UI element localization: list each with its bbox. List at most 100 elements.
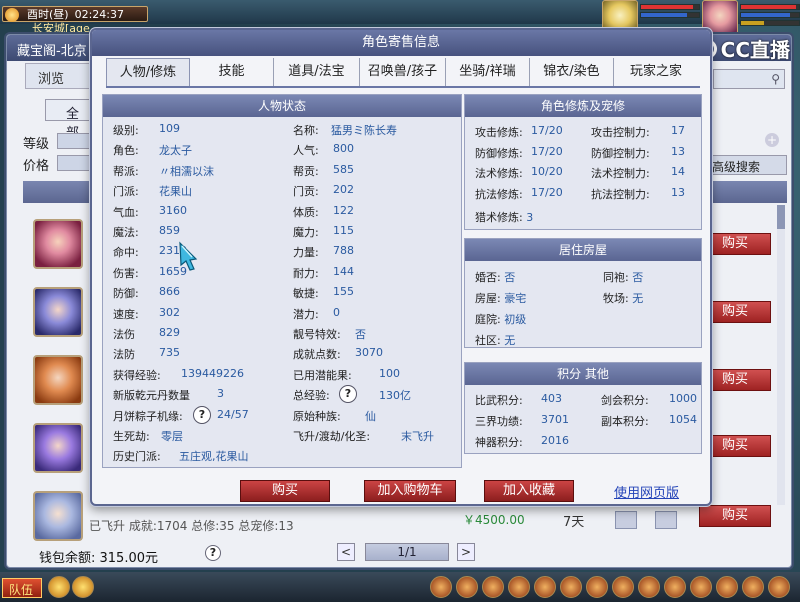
status-left-row-value: 3160 [159, 203, 187, 217]
cultivation-label: 抗法修炼: [475, 187, 523, 201]
search-icon[interactable]: ⚲ [771, 72, 780, 86]
status-right-row-label: 体质: [293, 205, 319, 219]
cultivation-label: 防御修炼: [475, 146, 523, 160]
character-avatar[interactable] [33, 219, 83, 269]
help-icon[interactable]: ? [339, 385, 357, 404]
item-icon[interactable] [612, 576, 634, 598]
next-page-button[interactable]: > [457, 543, 475, 561]
row-summary: 已飞升 成就:1704 总修:35 总宠修:13 [89, 519, 294, 533]
exp-row-label: 获得经验: [113, 368, 161, 382]
cultivation-panel: 角色修炼及宠修 攻击修炼: 17/20 攻击控制力: 17 防御修炼: 17/20 防御控制… [464, 94, 702, 230]
status-left-row-value: 109 [159, 122, 180, 135]
status-left-row-value: 302 [159, 305, 180, 319]
status-left-row-label: 法伤 [113, 328, 135, 341]
character-avatar[interactable] [33, 287, 83, 337]
tab-browse[interactable]: 浏览 [25, 63, 95, 89]
points-label: 剑会积分: [601, 394, 649, 407]
prev-page-button[interactable]: < [337, 543, 355, 561]
item-icon[interactable] [716, 576, 738, 598]
add-to-favorites-button[interactable]: 加入收藏 [484, 480, 574, 502]
tab-outfits[interactable]: 锦衣/染色 [530, 58, 614, 86]
status-right-row-label: 力量: [293, 246, 319, 260]
price-label: 价格 [23, 159, 50, 174]
item-icon[interactable] [586, 576, 608, 598]
exp-row: 获得经验: 139449226 [113, 367, 244, 383]
cultivation-label: 法术修炼: [475, 167, 523, 180]
item-icon[interactable] [508, 576, 530, 598]
item-icon[interactable] [430, 576, 452, 598]
help-icon[interactable]: ? [193, 405, 211, 424]
cultivation-value: 13 [671, 144, 685, 158]
character-avatar[interactable] [33, 423, 83, 473]
advanced-search-button[interactable]: 高级搜索 [707, 155, 787, 175]
cultivation-value: 10/20 [531, 165, 563, 178]
hunt-value: 3 [526, 211, 534, 224]
status-right-row: 魔力: 115 [293, 224, 354, 240]
bookmark-icon[interactable] [615, 511, 637, 529]
tab-mounts[interactable]: 坐骑/祥瑞 [446, 58, 530, 86]
item-icon[interactable] [690, 576, 712, 598]
tab-character[interactable]: 人物/修炼 [106, 58, 190, 86]
house-row: 房屋: 豪宅 [475, 290, 526, 306]
tab-pets[interactable]: 召唤兽/孩子 [360, 58, 446, 86]
status-left-row: 角色: 龙太子 [113, 142, 192, 158]
search-input[interactable]: ⚲ [713, 69, 785, 89]
fly-row-value: 末飞升 [401, 430, 434, 443]
help-icon[interactable]: ? [205, 545, 221, 561]
points-label: 副本积分: [601, 415, 649, 428]
clock-time: 02:24:37 [74, 7, 124, 21]
tab-items[interactable]: 道具/法宝 [274, 58, 360, 86]
status-right-row-value: 155 [333, 285, 354, 299]
status-right-row-label: 人气: [293, 144, 319, 158]
item-icon[interactable] [638, 576, 660, 598]
plus-icon[interactable]: + [765, 133, 779, 147]
status-left-row: 级别: 109 [113, 122, 180, 138]
hunt-cultivation: 猎术修炼: 3 [475, 209, 533, 225]
cultivation-value: 17/20 [531, 185, 563, 199]
status-left-row-label: 角色: [113, 144, 139, 158]
history-row-label: 历史门派: [113, 450, 161, 464]
item-icon[interactable] [456, 576, 478, 598]
fly-row-label: 飞升/渡劫/化圣: [293, 430, 371, 443]
status-right-row-value: 否 [355, 328, 366, 341]
item-icon[interactable] [742, 576, 764, 598]
add-to-cart-button[interactable]: 加入购物车 [364, 480, 456, 502]
status-right-row: 体质: 122 [293, 204, 354, 220]
robe-value: 否 [632, 271, 644, 284]
status-right-row: 成就点数: 3070 [293, 346, 383, 362]
status-right-row: 力量: 788 [293, 244, 354, 260]
use-web-version-link[interactable]: 使用网页版 [614, 482, 679, 501]
tab-skills[interactable]: 技能 [190, 58, 274, 86]
buy-button[interactable]: 购买 [240, 480, 330, 502]
character-avatar[interactable] [33, 491, 83, 541]
status-left-row-value: 龙太子 [159, 144, 192, 158]
status-right-row-value: 585 [333, 162, 354, 176]
total-exp-row: 总经验: 130亿? [293, 385, 411, 404]
item-icon[interactable] [768, 576, 790, 598]
status-left-row: 命中: 2319 [113, 244, 187, 260]
item-icon[interactable] [560, 576, 582, 598]
item-icon[interactable] [534, 576, 556, 598]
cc-logo-text: CC直播 [720, 38, 790, 62]
fly-row: 飞升/渡劫/化圣: 末飞升 [293, 428, 434, 444]
scrollbar[interactable] [777, 205, 785, 505]
status-left-row-label: 门派: [113, 185, 139, 199]
cart-icon[interactable] [655, 511, 677, 529]
status-right-row-label: 耐力: [293, 266, 319, 280]
page-indicator: 1/1 [365, 543, 449, 561]
chat-icon[interactable] [72, 576, 94, 598]
item-icon[interactable] [664, 576, 686, 598]
status-right-row-value: 115 [333, 224, 354, 237]
team-button[interactable]: 队伍 [2, 578, 42, 598]
total-exp-row-value: 130亿 [379, 389, 411, 403]
status-right-row: 帮贡: 585 [293, 163, 354, 179]
buy-button[interactable]: 购买 [699, 505, 771, 527]
character-avatar[interactable] [33, 355, 83, 405]
tab-player-home[interactable]: 玩家之家 [614, 58, 698, 86]
emote-icon[interactable] [48, 576, 70, 598]
status-left-row: 防御: 866 [113, 285, 180, 301]
scroll-thumb[interactable] [777, 205, 785, 229]
cultivation-value: 17 [671, 124, 685, 137]
item-icon[interactable] [482, 576, 504, 598]
potential-row-label: 已用潜能果: [293, 368, 352, 382]
